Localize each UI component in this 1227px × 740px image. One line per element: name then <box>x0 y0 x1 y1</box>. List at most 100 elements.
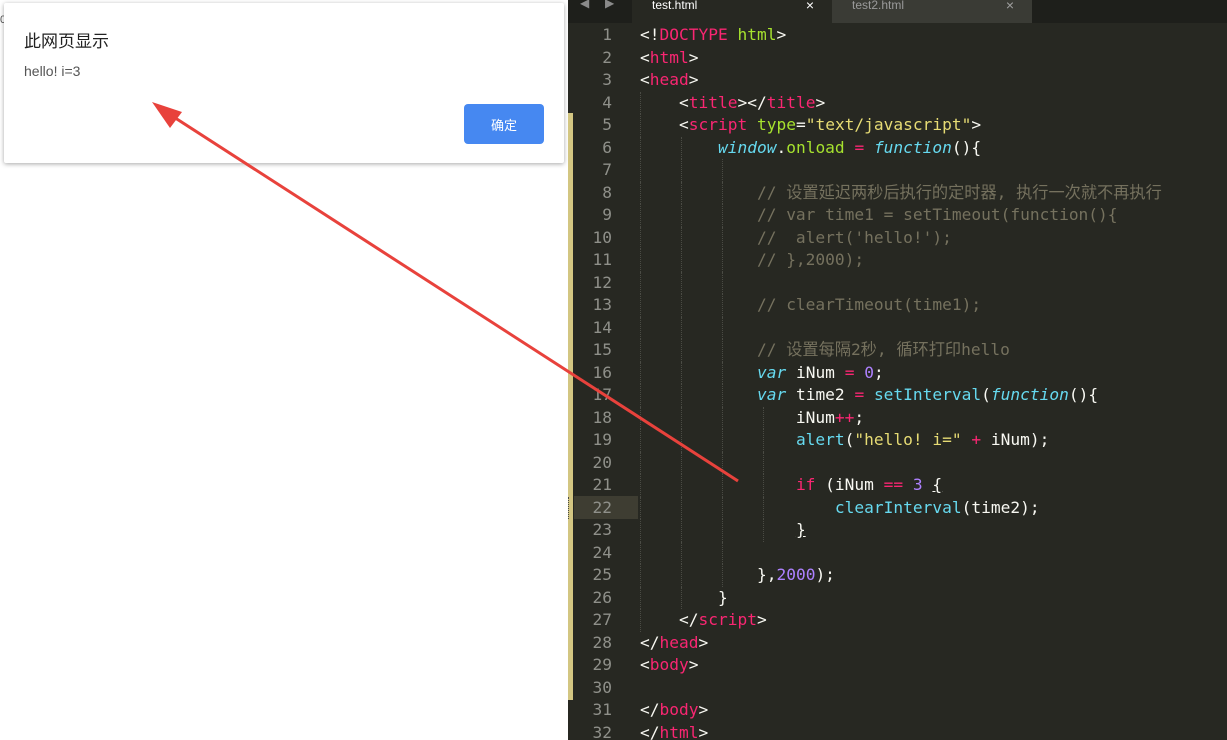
code-token: "text/javascript" <box>805 115 972 134</box>
code-token: (time2); <box>961 497 1040 517</box>
code-line[interactable]: 24 <box>568 541 1227 564</box>
code-token: iNum <box>786 362 845 382</box>
code-token: > <box>698 722 709 740</box>
code-line[interactable]: 31 </body> <box>568 699 1227 722</box>
code-token: < <box>640 655 650 674</box>
code-line[interactable]: 26 } <box>568 586 1227 609</box>
code-token: > <box>698 700 709 719</box>
code-line[interactable]: 25 },2000); <box>568 564 1227 587</box>
code-token: < <box>640 92 689 112</box>
code-line[interactable]: 12 <box>568 271 1227 294</box>
code-line[interactable]: 7 <box>568 159 1227 182</box>
code-text: // var time1 = setTimeout(function(){ <box>640 204 1118 227</box>
code-line[interactable]: 29 <body> <box>568 654 1227 677</box>
code-line[interactable]: 21 if (iNum == 3 { <box>568 474 1227 497</box>
line-number: 10 <box>592 227 613 247</box>
code-line[interactable]: 11 // },2000); <box>568 249 1227 272</box>
line-number: 26 <box>592 587 613 607</box>
code-token: . <box>776 137 787 157</box>
code-token: </ <box>640 610 699 629</box>
code-token: var <box>756 385 787 404</box>
code-line[interactable]: 16 var iNum = 0; <box>568 361 1227 385</box>
code-token: ; <box>873 362 884 382</box>
code-token: > <box>688 70 699 89</box>
code-line[interactable]: 14 <box>568 316 1227 339</box>
line-number: 30 <box>592 677 613 697</box>
line-number: 7 <box>602 160 612 179</box>
code-line[interactable]: 23 } <box>568 519 1227 542</box>
tab-test2-html[interactable]: test2.html × <box>832 0 1032 23</box>
code-line[interactable]: 9 // var time1 = setTimeout(function(){ <box>568 204 1227 227</box>
code-line[interactable]: 28 </head> <box>568 632 1227 655</box>
code-text: <title></title> <box>640 92 825 115</box>
code-text: // clearTimeout(time1); <box>640 294 981 317</box>
code-token: ++ <box>834 407 855 427</box>
code-line[interactable]: 3 <head> <box>568 69 1227 92</box>
code-line[interactable]: 13 // clearTimeout(time1); <box>568 294 1227 317</box>
code-token: iNum); <box>981 430 1050 449</box>
indent-guide <box>722 159 723 182</box>
code-token: DOCTYPE <box>659 25 728 44</box>
code-line[interactable]: 2 <html> <box>568 47 1227 70</box>
code-line[interactable]: 27 </script> <box>568 609 1227 632</box>
code-line[interactable]: 15 // 设置每隔2秒, 循环打印hello <box>568 339 1227 362</box>
code-token: ; <box>854 407 865 427</box>
indent-guide <box>763 451 764 474</box>
code-token: iNum <box>640 407 835 427</box>
code-token: // },2000); <box>756 250 865 269</box>
code-line[interactable]: 19 alert("hello! i=" + iNum); <box>568 429 1227 452</box>
indent-guide <box>640 316 641 339</box>
code-token: clearInterval <box>834 497 962 517</box>
tab-nav-arrows-icon[interactable]: ◀ ▶ <box>580 0 620 10</box>
code-editor[interactable]: ◀ ▶ test.html × test2.html × 1 <!DOCTYPE … <box>568 0 1227 740</box>
code-line[interactable]: 6 window.onload = function(){ <box>568 136 1227 159</box>
ok-button[interactable]: 确定 <box>464 104 544 144</box>
line-number: 6 <box>602 137 612 157</box>
close-icon[interactable]: × <box>806 0 814 13</box>
code-token: // alert('hello!'); <box>756 227 952 247</box>
line-number: 28 <box>592 632 613 652</box>
code-line[interactable]: 17 var time2 = setInterval(function(){ <box>568 384 1227 407</box>
indent-guide <box>681 451 682 474</box>
code-text: </head> <box>640 632 708 655</box>
code-token: 0 <box>864 362 874 382</box>
code-line[interactable]: 5 <script type="text/javascript"> <box>568 114 1227 137</box>
line-number: 15 <box>592 340 613 359</box>
code-text: <body> <box>640 654 698 677</box>
code-text: </body> <box>640 699 708 722</box>
code-line[interactable]: 30 <box>568 677 1227 700</box>
code-line[interactable]: 32 </html> <box>568 722 1227 740</box>
code-line[interactable]: 10 // alert('hello!'); <box>568 226 1227 249</box>
code-text: iNum++; <box>640 407 864 430</box>
code-line[interactable]: 4 <title></title> <box>568 91 1227 115</box>
line-number: 3 <box>602 70 612 89</box>
tab-label: test.html <box>652 0 698 12</box>
close-icon[interactable]: × <box>1006 0 1014 13</box>
code-line[interactable]: 18 iNum++; <box>568 406 1227 430</box>
code-area[interactable]: 1 <!DOCTYPE html> 2 <html> 3 <head> 4 <title><… <box>568 24 1227 740</box>
code-line[interactable]: 1 <!DOCTYPE html> <box>568 24 1227 47</box>
code-line[interactable]: 20 <box>568 451 1227 474</box>
line-number: 14 <box>592 317 613 337</box>
line-number: 18 <box>592 407 613 427</box>
code-text: <!DOCTYPE html> <box>640 24 786 47</box>
code-token: setInterval <box>873 385 982 404</box>
code-line[interactable]: 22 clearInterval(time2); <box>568 496 1227 519</box>
indent-guide <box>640 159 641 182</box>
code-line[interactable]: 8 // 设置延迟两秒后执行的定时器, 执行一次就不再执行 <box>568 181 1227 204</box>
indent-guide <box>722 271 723 294</box>
indent-guide <box>722 316 723 339</box>
tab-test-html[interactable]: test.html × <box>632 0 832 23</box>
code-token: = <box>844 362 855 382</box>
code-token: (){ <box>951 137 982 157</box>
code-token: script <box>688 115 748 134</box>
code-token: = <box>854 385 865 404</box>
code-text: var iNum = 0; <box>640 362 884 385</box>
